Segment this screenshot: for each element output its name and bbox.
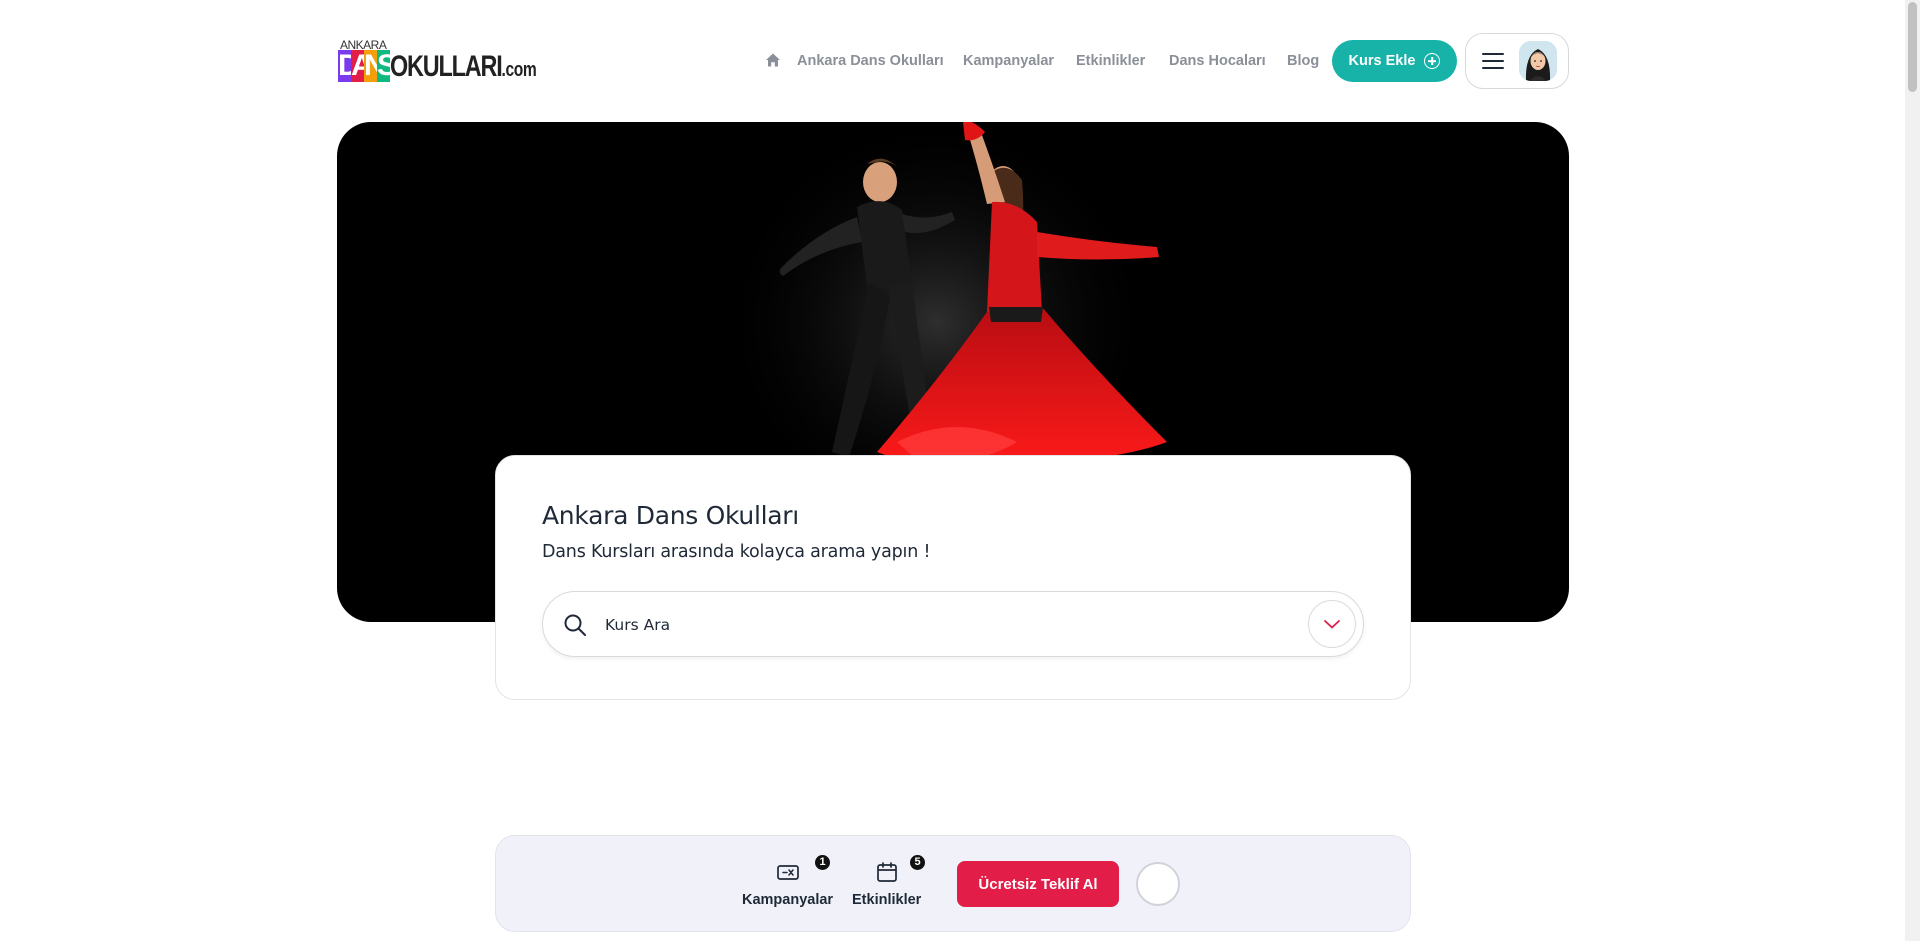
calendar-icon [876, 862, 897, 882]
nav-link-blog[interactable]: Blog [1287, 51, 1319, 71]
add-course-button[interactable]: Kurs Ekle [1332, 40, 1457, 82]
hamburger-icon[interactable] [1482, 53, 1504, 69]
free-quote-button[interactable]: Ücretsiz Teklif Al [957, 861, 1119, 907]
nav-link-dans-hocalari[interactable]: Dans Hocaları [1169, 51, 1266, 71]
bottom-action-bar: 1 Kampanyalar 5 Etkinlikler Ücretsiz Tek… [495, 835, 1411, 932]
user-menu[interactable] [1465, 33, 1569, 89]
site-logo[interactable]: ANKARA D A N S OKULLARI.com [338, 36, 537, 86]
page-subtitle: Dans Kursları arasında kolayca arama yap… [542, 542, 931, 562]
scrollbar-thumb[interactable] [1908, 2, 1917, 92]
search-card: Ankara Dans Okulları Dans Kursları arası… [495, 455, 1411, 700]
badge-count: 5 [910, 855, 925, 870]
home-icon[interactable] [765, 52, 781, 68]
logo-letter: N [364, 50, 377, 82]
avatar-portrait [1519, 41, 1557, 81]
nav-link-etkinlikler[interactable]: Etkinlikler [1076, 51, 1145, 71]
page-title: Ankara Dans Okulları [542, 501, 799, 530]
chevron-down-icon [1324, 620, 1340, 629]
search-icon [564, 614, 586, 636]
nav-link-dans-okullari[interactable]: Ankara Dans Okulları [797, 51, 944, 71]
circle-button[interactable] [1136, 862, 1180, 906]
nav-link-kampanyalar[interactable]: Kampanyalar [963, 51, 1054, 71]
logo-dotcom: .com [501, 59, 537, 81]
scrollbar[interactable] [1905, 0, 1920, 941]
bottom-item-label: Etkinlikler [852, 892, 922, 908]
bottom-item-kampanyalar[interactable]: 1 Kampanyalar [742, 855, 834, 908]
logo-wordmark: OKULLARI.com [390, 50, 537, 86]
logo-letter: S [377, 50, 390, 82]
logo-letter: A [351, 50, 364, 82]
search-input[interactable] [605, 610, 1265, 640]
badge-count: 1 [815, 855, 830, 870]
search-dropdown-button[interactable] [1308, 600, 1356, 648]
plus-circle-icon [1424, 53, 1441, 69]
avatar[interactable] [1519, 41, 1557, 81]
bottom-item-label: Kampanyalar [742, 892, 834, 908]
add-course-label: Kurs Ekle [1348, 53, 1416, 69]
bottom-item-etkinlikler[interactable]: 5 Etkinlikler [852, 855, 925, 908]
logo-okullari: OKULLARI [390, 50, 503, 83]
logo-dans: D A N S [338, 50, 390, 82]
search-box[interactable] [542, 591, 1364, 657]
logo-letter: D [338, 50, 351, 82]
ticket-icon [776, 865, 799, 880]
